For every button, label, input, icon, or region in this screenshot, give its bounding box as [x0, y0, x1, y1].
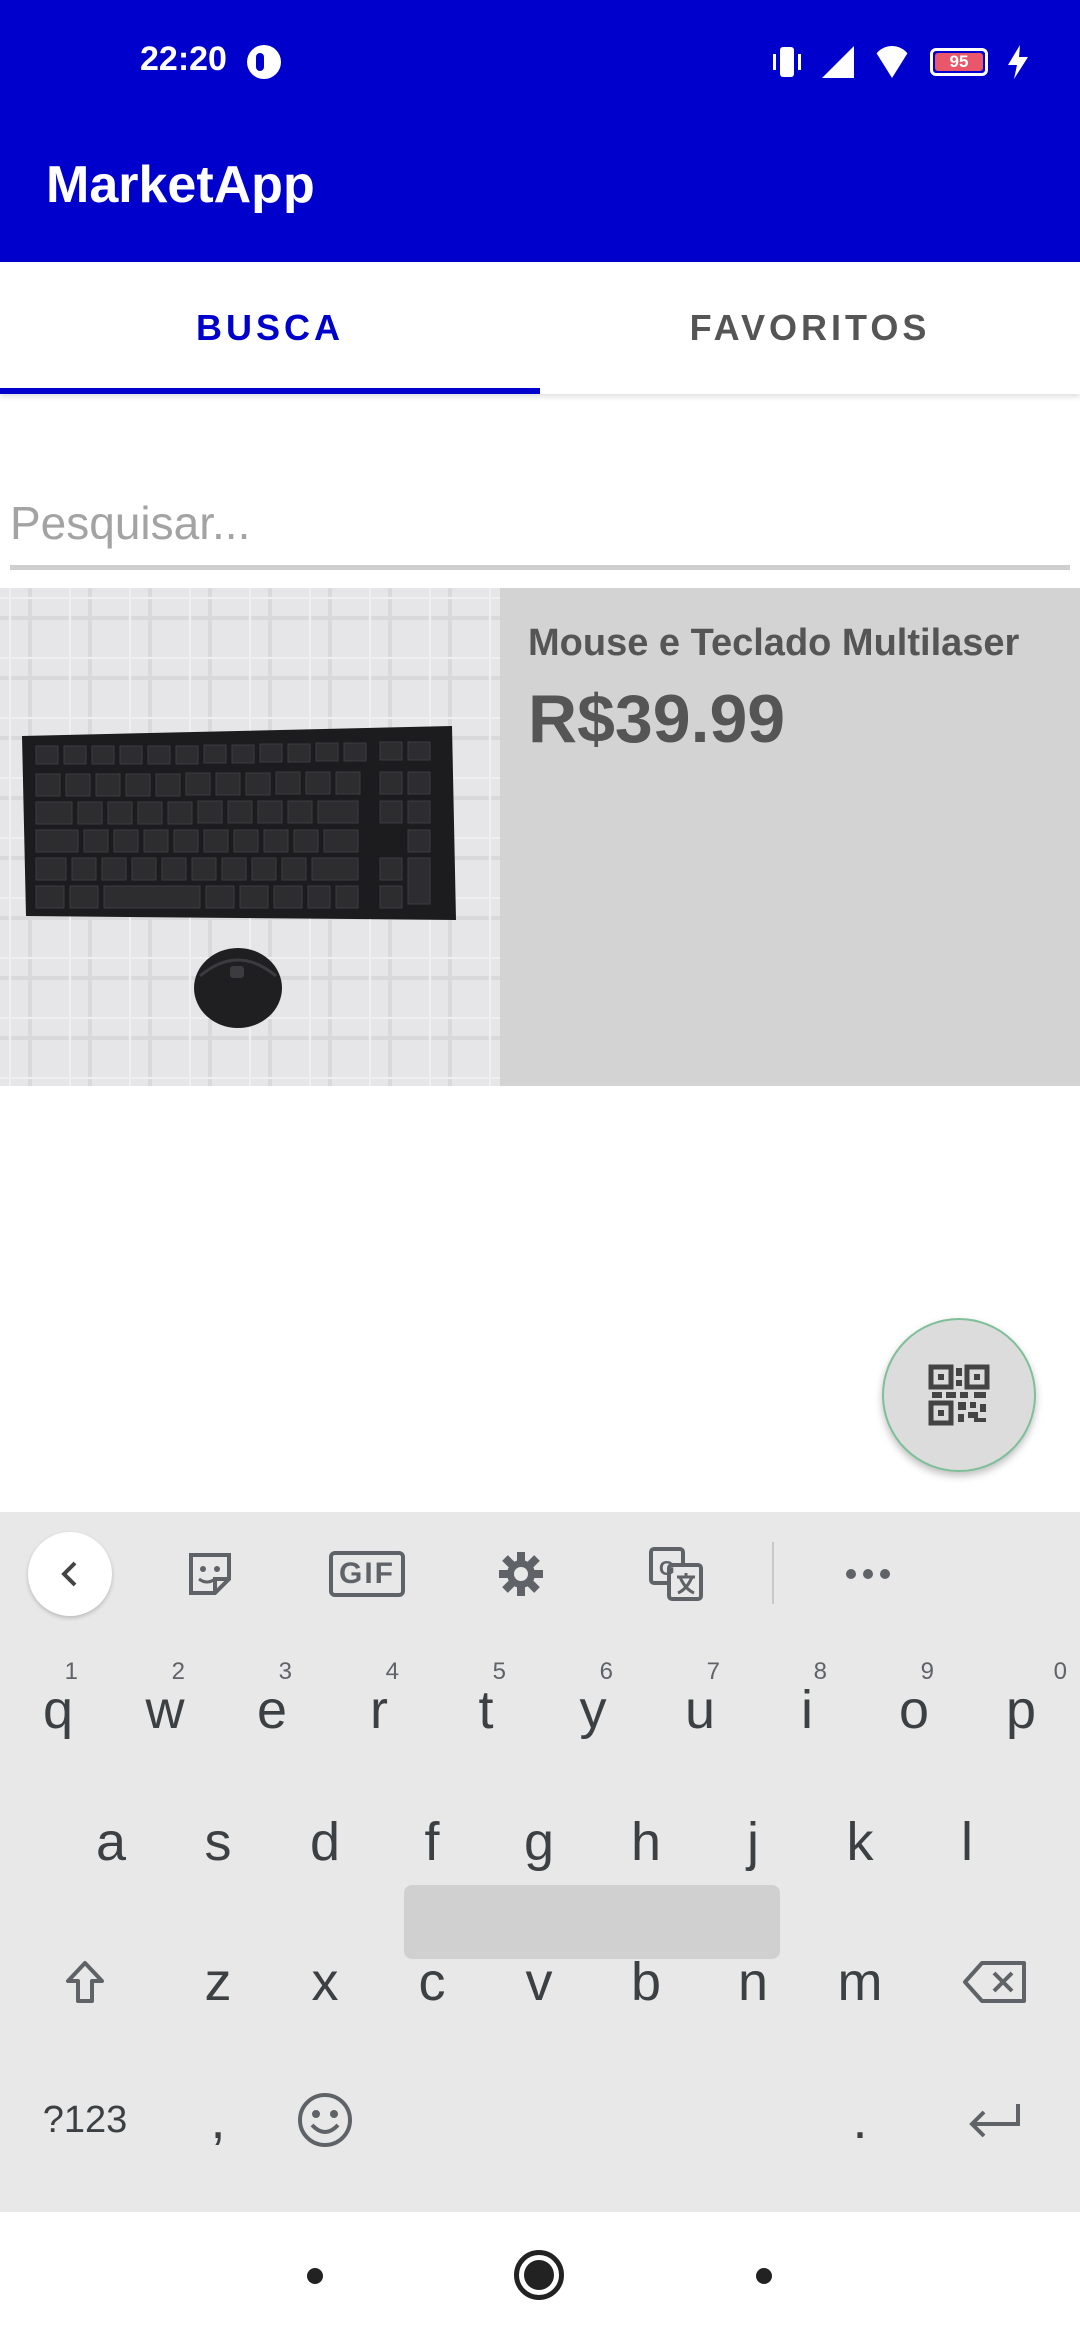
- emoji-icon: [298, 2093, 352, 2147]
- shift-key[interactable]: [18, 1922, 152, 2042]
- comma-key[interactable]: ,: [168, 2060, 268, 2180]
- key-u-label: u: [684, 1680, 716, 1740]
- key-f[interactable]: f: [382, 1782, 482, 1902]
- key-g[interactable]: g: [489, 1782, 589, 1902]
- key-j[interactable]: j: [703, 1782, 803, 1902]
- signal-icon: [822, 46, 854, 78]
- back-dot-icon[interactable]: [756, 2268, 772, 2284]
- gif-button[interactable]: GIF: [329, 1542, 405, 1606]
- app-notification-icon: [247, 45, 281, 79]
- backspace-icon: [963, 1961, 1026, 2003]
- tab-bar: BUSCA FAVORITOS: [0, 262, 1080, 394]
- product-image: [0, 588, 500, 1086]
- key-q-hint: 1: [64, 1658, 78, 1685]
- more-dots-icon[interactable]: [836, 1542, 900, 1606]
- product-name: Mouse e Teclado Multilaser: [528, 622, 1020, 664]
- svg-text:G: G: [659, 1558, 675, 1580]
- settings-gear-icon[interactable]: [489, 1542, 553, 1606]
- key-k[interactable]: k: [810, 1782, 910, 1902]
- sticker-icon[interactable]: [178, 1542, 242, 1606]
- key-i-label: i: [801, 1680, 813, 1740]
- back-arrow-icon[interactable]: [28, 1532, 112, 1616]
- battery-icon: 95: [930, 48, 988, 76]
- key-t-hint: 5: [492, 1658, 506, 1685]
- key-m[interactable]: m: [810, 1922, 910, 2042]
- wifi-icon: [872, 46, 912, 78]
- key-l[interactable]: l: [917, 1782, 1017, 1902]
- charging-bolt-icon: [1008, 45, 1028, 79]
- key-t[interactable]: t5: [436, 1650, 536, 1770]
- app-bar: MarketApp: [0, 125, 1080, 262]
- vibrate-icon: [770, 45, 804, 79]
- symbols-key[interactable]: ?123: [18, 2060, 152, 2180]
- key-i[interactable]: i8: [757, 1650, 857, 1770]
- enter-key[interactable]: [928, 2060, 1062, 2180]
- key-o-label: o: [898, 1680, 930, 1740]
- mouse-shape: [194, 948, 282, 1028]
- key-q[interactable]: q1: [8, 1650, 108, 1770]
- toolbar-divider: [772, 1542, 774, 1604]
- period-key[interactable]: .: [810, 2060, 910, 2180]
- home-circle-icon[interactable]: [514, 2250, 564, 2300]
- key-y[interactable]: y6: [543, 1650, 643, 1770]
- key-z[interactable]: z: [168, 1922, 268, 2042]
- key-w[interactable]: w2: [115, 1650, 215, 1770]
- tab-favoritos[interactable]: FAVORITOS: [540, 262, 1080, 394]
- status-icons: 95: [770, 44, 1030, 80]
- key-o-hint: 9: [920, 1658, 934, 1685]
- keyboard-toolbar: GIF G: [0, 1512, 1080, 1636]
- key-h[interactable]: h: [596, 1782, 696, 1902]
- key-a[interactable]: a: [61, 1782, 161, 1902]
- key-w-hint: 2: [171, 1658, 185, 1685]
- key-y-hint: 6: [599, 1658, 613, 1685]
- emoji-key[interactable]: [275, 2060, 375, 2180]
- key-u[interactable]: u7: [650, 1650, 750, 1770]
- enter-arrow-icon: [969, 2104, 1020, 2138]
- key-d[interactable]: d: [275, 1782, 375, 1902]
- key-r-label: r: [370, 1680, 388, 1740]
- key-e[interactable]: e3: [222, 1650, 322, 1770]
- gif-label: GIF: [329, 1551, 405, 1597]
- system-nav-bar: [0, 2212, 1080, 2340]
- app-title: MarketApp: [46, 156, 315, 214]
- key-i-hint: 8: [813, 1658, 827, 1685]
- key-p-hint: 0: [1053, 1658, 1067, 1685]
- translate-icon[interactable]: G: [644, 1542, 708, 1606]
- product-price: R$39.99: [528, 681, 786, 757]
- shift-arrow-icon: [66, 1961, 104, 2003]
- key-e-label: e: [256, 1680, 288, 1740]
- key-w-label: w: [145, 1680, 185, 1740]
- keyboard-shape: [22, 726, 456, 920]
- key-t-label: t: [478, 1680, 494, 1740]
- key-s[interactable]: s: [168, 1782, 268, 1902]
- tab-indicator: [0, 388, 540, 394]
- tab-busca[interactable]: BUSCA: [0, 262, 540, 394]
- key-u-hint: 7: [706, 1658, 720, 1685]
- key-y-label: y: [579, 1680, 607, 1740]
- key-x[interactable]: x: [275, 1922, 375, 2042]
- space-key[interactable]: [404, 1885, 780, 1959]
- qr-code-icon: [928, 1364, 990, 1426]
- key-q-label: q: [42, 1680, 74, 1740]
- status-bar: 22:20 95: [0, 0, 1080, 125]
- key-r[interactable]: r4: [329, 1650, 429, 1770]
- search-input[interactable]: [10, 480, 1070, 570]
- key-o[interactable]: o9: [864, 1650, 964, 1770]
- key-p[interactable]: p0: [971, 1650, 1071, 1770]
- key-p-label: p: [1005, 1680, 1037, 1740]
- battery-level: 95: [935, 53, 983, 71]
- product-card[interactable]: Mouse e Teclado Multilaser R$39.99: [0, 588, 1080, 1086]
- key-r-hint: 4: [385, 1658, 399, 1685]
- keyboard-and-mouse-photo: [0, 588, 500, 1086]
- qr-scan-button[interactable]: [882, 1318, 1036, 1472]
- status-time: 22:20: [140, 40, 227, 78]
- key-e-hint: 3: [278, 1658, 292, 1685]
- recents-dot-icon[interactable]: [307, 2268, 323, 2284]
- backspace-key[interactable]: [928, 1922, 1062, 2042]
